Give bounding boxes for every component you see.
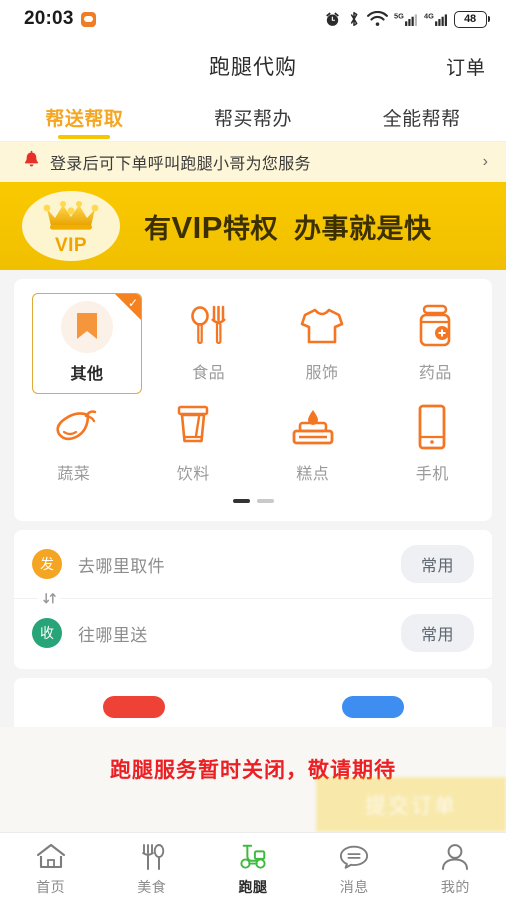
dropoff-input[interactable]: 往哪里送	[78, 621, 385, 646]
service-tabs: 帮送帮取 帮买帮办 全能帮帮	[0, 94, 506, 142]
bell-icon	[22, 150, 41, 174]
vip-badge-label: VIP	[54, 234, 88, 256]
nav-item-food[interactable]: 美食	[101, 837, 202, 897]
svg-text:4G: 4G	[424, 11, 434, 20]
category-label: 饮料	[176, 466, 210, 483]
battery-icon: 48	[453, 10, 490, 28]
nav-label: 我的	[440, 878, 470, 895]
signal-5g-icon: 5G	[394, 11, 418, 28]
category-label: 药品	[418, 365, 452, 382]
category-item-shouji[interactable]: 手机	[373, 394, 493, 493]
category-label: 食品	[192, 365, 226, 382]
dropoff-frequent-button[interactable]: 常用	[400, 614, 474, 652]
check-icon: ✓	[127, 296, 138, 310]
vip-title-part3: 办事就是快	[293, 213, 432, 244]
category-item-yaopin[interactable]: 药品	[379, 293, 492, 394]
person-icon	[440, 842, 470, 872]
scooter-icon	[238, 842, 268, 872]
nav-item-messages[interactable]: 消息	[304, 837, 405, 897]
eggplant-icon	[48, 401, 100, 453]
nav-label: 首页	[36, 878, 66, 895]
status-bar-left: 20:03	[24, 8, 96, 30]
category-item-yinliao[interactable]: 饮料	[134, 394, 254, 493]
cutlery-icon	[183, 300, 235, 352]
category-label: 手机	[415, 466, 449, 483]
vip-badge: VIP	[22, 191, 120, 261]
chevron-right-icon: ›	[482, 153, 488, 170]
address-card: 发 去哪里取件 常用 收 往哪里送 常用	[14, 530, 492, 669]
dropoff-row[interactable]: 收 往哪里送 常用	[14, 598, 492, 667]
vip-title-big: VIP	[171, 209, 223, 245]
cutlery-icon	[137, 842, 167, 872]
pagination-dot-1[interactable]	[232, 499, 250, 503]
nav-item-home[interactable]: 首页	[0, 837, 101, 897]
wifi-icon	[366, 11, 388, 27]
category-pagination[interactable]	[14, 493, 492, 515]
category-row-2: 蔬菜 饮料 糕点 手机	[14, 394, 492, 493]
cake-icon	[287, 401, 339, 453]
vip-banner-title: 有VIP特权 办事就是快	[144, 207, 431, 246]
category-item-fushi[interactable]: 服饰	[265, 293, 378, 394]
status-bar: 20:03 5G 4G 48	[0, 0, 506, 38]
bookmark-icon	[61, 301, 113, 353]
pickup-input[interactable]: 去哪里取件	[78, 552, 385, 577]
category-label: 糕点	[296, 466, 330, 483]
tab-bangmaibangban[interactable]: 帮买帮办	[169, 94, 338, 141]
nav-item-errand[interactable]: 跑腿	[202, 837, 303, 897]
tshirt-icon	[296, 300, 348, 352]
category-item-qita[interactable]: ✓ 其他	[32, 293, 142, 394]
message-icon	[80, 11, 96, 27]
nav-label: 消息	[339, 878, 369, 895]
medicine-bottle-icon	[409, 300, 461, 352]
page-header: 跑腿代购 订单	[0, 38, 506, 94]
bluetooth-icon	[347, 10, 361, 28]
category-label: 蔬菜	[57, 466, 91, 483]
tab-quannengbangbang[interactable]: 全能帮帮	[337, 94, 506, 141]
drink-cup-icon	[167, 401, 219, 453]
vip-title-part1: 有	[144, 213, 172, 244]
nav-label: 跑腿	[238, 878, 268, 895]
login-notice-bar[interactable]: 登录后可下单呼叫跑腿小哥为您服务 ›	[0, 142, 506, 182]
badge-blue	[341, 696, 404, 718]
vip-banner[interactable]: VIP 有VIP特权 办事就是快	[0, 182, 506, 270]
category-item-shipin[interactable]: 食品	[152, 293, 265, 394]
badge-red	[102, 696, 165, 718]
category-card: ✓ 其他 食品 服饰 药品 蔬菜 饮料 糕点 手机	[14, 279, 492, 521]
pickup-frequent-button[interactable]: 常用	[400, 545, 474, 583]
alarm-icon	[324, 11, 341, 28]
svg-text:5G: 5G	[394, 11, 404, 20]
bottom-navigation: 首页 美食 跑腿 消息 我的	[0, 832, 506, 900]
notice-text: 登录后可下单呼叫跑腿小哥为您服务	[50, 156, 311, 173]
page-title: 跑腿代购	[209, 56, 297, 79]
tab-bangsongbangqu[interactable]: 帮送帮取	[0, 94, 169, 141]
nav-label: 美食	[137, 878, 167, 895]
submit-order-button[interactable]: 提交订单	[316, 777, 506, 832]
phone-icon	[406, 401, 458, 453]
signal-4g-icon: 4G	[424, 11, 448, 28]
service-closed-overlay: 跑腿服务暂时关闭，敬请期待 提交订单	[0, 727, 506, 832]
message-bubble-icon	[339, 842, 369, 872]
dropoff-badge: 收	[32, 618, 62, 648]
app-screen: 20:03 5G 4G 48 跑腿代购 订单 帮送帮取 帮买帮办 全能帮帮 登录…	[0, 0, 506, 900]
status-time: 20:03	[24, 8, 74, 29]
crown-icon	[42, 198, 100, 237]
pickup-row[interactable]: 发 去哪里取件 常用	[14, 530, 492, 609]
category-label: 其他	[70, 366, 104, 383]
battery-level: 48	[453, 10, 487, 28]
pagination-dot-2[interactable]	[256, 499, 274, 503]
swap-vertical-icon[interactable]	[38, 587, 60, 609]
category-row-1: ✓ 其他 食品 服饰 药品	[14, 293, 492, 394]
pickup-badge: 发	[32, 549, 62, 579]
category-item-gaodian[interactable]: 糕点	[253, 394, 373, 493]
orders-link[interactable]: 订单	[446, 53, 486, 80]
home-icon	[36, 842, 66, 872]
status-bar-right: 5G 4G 48	[324, 10, 490, 28]
category-item-shucai[interactable]: 蔬菜	[14, 394, 134, 493]
nav-item-profile[interactable]: 我的	[405, 837, 506, 897]
vip-title-part2: 特权	[222, 213, 278, 244]
category-label: 服饰	[305, 365, 339, 382]
